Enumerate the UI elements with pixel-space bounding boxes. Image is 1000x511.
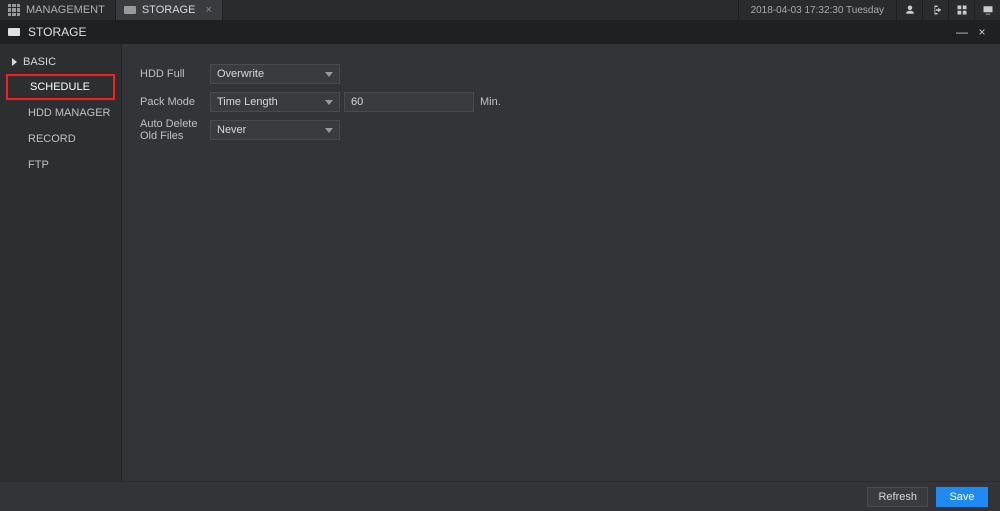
label-auto-delete: Auto Delete Old Files <box>140 118 210 142</box>
sidebar-item-schedule[interactable]: SCHEDULE <box>6 74 115 100</box>
dvr-icon <box>8 28 20 36</box>
dvr-icon <box>124 6 136 14</box>
sidebar-item-label: SCHEDULE <box>30 81 90 93</box>
minimize-button[interactable]: — <box>952 25 972 39</box>
save-button-label: Save <box>949 491 974 503</box>
tab-management[interactable]: MANAGEMENT <box>0 0 116 20</box>
chevron-down-icon <box>325 128 333 133</box>
sidebar-item-hdd-manager[interactable]: HDD MANAGER <box>0 100 121 126</box>
select-pack-mode-value: Time Length <box>217 96 278 108</box>
label-pack-mode: Pack Mode <box>140 96 210 108</box>
chevron-right-icon <box>12 58 17 66</box>
logout-icon[interactable] <box>922 0 948 20</box>
timestamp: 2018-04-03 17:32:30 Tuesday <box>738 0 896 20</box>
select-auto-delete-value: Never <box>217 124 246 136</box>
save-button[interactable]: Save <box>936 487 988 507</box>
sidebar-item-label: RECORD <box>28 133 76 145</box>
top-tab-bar: MANAGEMENT STORAGE × 2018-04-03 17:32:30… <box>0 0 1000 20</box>
sidebar-item-label: FTP <box>28 159 49 171</box>
sidebar-category-label: BASIC <box>23 56 56 68</box>
main-panel: HDD Full Overwrite Pack Mode Time Length… <box>122 44 1000 481</box>
refresh-button[interactable]: Refresh <box>867 487 928 507</box>
label-hdd-full: HDD Full <box>140 68 210 80</box>
input-pack-duration[interactable] <box>344 92 474 112</box>
chevron-down-icon <box>325 72 333 77</box>
sidebar-item-label: HDD MANAGER <box>28 107 111 119</box>
tab-storage[interactable]: STORAGE × <box>116 0 223 20</box>
tab-management-label: MANAGEMENT <box>26 4 105 16</box>
unit-min: Min. <box>480 96 501 108</box>
close-icon[interactable]: × <box>205 4 211 16</box>
footer: Refresh Save <box>0 481 1000 511</box>
close-button[interactable]: × <box>972 25 992 39</box>
select-hdd-full-value: Overwrite <box>217 68 264 80</box>
sidebar-item-record[interactable]: RECORD <box>0 126 121 152</box>
sidebar-item-ftp[interactable]: FTP <box>0 152 121 178</box>
top-right-cluster: 2018-04-03 17:32:30 Tuesday <box>738 0 1000 20</box>
select-auto-delete[interactable]: Never <box>210 120 340 140</box>
refresh-button-label: Refresh <box>878 491 917 503</box>
tab-storage-label: STORAGE <box>142 4 196 16</box>
monitor-icon[interactable] <box>974 0 1000 20</box>
window-title-bar: STORAGE — × <box>0 20 1000 44</box>
sidebar: BASIC SCHEDULE HDD MANAGER RECORD FTP <box>0 44 122 481</box>
user-icon[interactable] <box>896 0 922 20</box>
grid-icon <box>8 4 20 16</box>
layout-icon[interactable] <box>948 0 974 20</box>
window-title: STORAGE <box>28 25 86 39</box>
select-hdd-full[interactable]: Overwrite <box>210 64 340 84</box>
chevron-down-icon <box>325 100 333 105</box>
select-pack-mode[interactable]: Time Length <box>210 92 340 112</box>
sidebar-category-basic[interactable]: BASIC <box>0 50 121 74</box>
